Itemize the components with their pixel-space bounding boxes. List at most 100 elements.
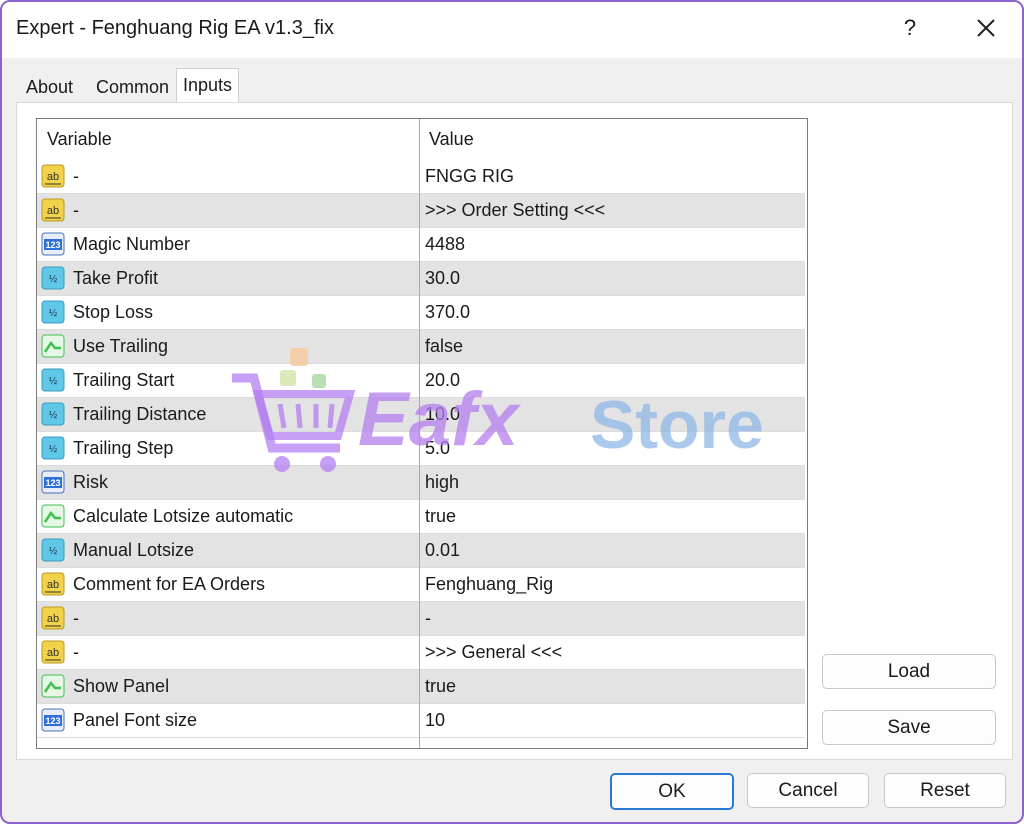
svg-text:½: ½ — [49, 444, 58, 455]
table-row[interactable]: ½ Manual Lotsize 0.01 — [37, 534, 805, 568]
variable-cell: Show Panel — [73, 676, 170, 696]
bool-type-icon — [41, 334, 65, 358]
value-cell[interactable]: true — [425, 506, 456, 527]
value-cell[interactable]: Fenghuang_Rig — [425, 574, 553, 595]
title-bar: Expert - Fenghuang Rig EA v1.3_fix ? — [2, 2, 1022, 58]
value-cell[interactable]: 5.0 — [425, 438, 450, 459]
cancel-button[interactable]: Cancel — [747, 773, 869, 808]
tab-about[interactable]: About — [20, 74, 79, 100]
table-row[interactable]: 123 Panel Font size 10 — [37, 704, 805, 738]
table-row[interactable]: Calculate Lotsize automatic true — [37, 500, 805, 534]
double-type-icon: ½ — [41, 436, 65, 460]
table-row[interactable]: ½ Stop Loss 370.0 — [37, 296, 805, 330]
reset-button[interactable]: Reset — [884, 773, 1006, 808]
table-row[interactable]: Use Trailing false — [37, 330, 805, 364]
value-cell[interactable]: 10 — [425, 710, 445, 731]
table-row[interactable]: ab - >>> General <<< — [37, 636, 805, 670]
close-icon[interactable] — [970, 12, 1002, 44]
bool-type-icon — [41, 674, 65, 698]
table-row[interactable]: ab Comment for EA Orders Fenghuang_Rig — [37, 568, 805, 602]
variable-cell: Take Profit — [73, 268, 159, 288]
variable-cell: Trailing Step — [73, 438, 174, 458]
integer-type-icon: 123 — [41, 470, 65, 494]
variable-cell: - — [73, 608, 79, 628]
string-type-icon: ab — [41, 572, 65, 596]
svg-text:ab: ab — [47, 205, 59, 217]
svg-text:ab: ab — [47, 647, 59, 659]
value-cell[interactable]: - — [425, 608, 431, 629]
variable-cell: - — [73, 642, 79, 662]
tab-common[interactable]: Common — [90, 74, 175, 100]
variable-cell: Trailing Start — [73, 370, 175, 390]
inputs-grid: Variable Value ab - FNGG RIG ab - >>> Order S… — [36, 118, 808, 749]
double-type-icon: ½ — [41, 266, 65, 290]
value-cell[interactable]: 0.01 — [425, 540, 460, 561]
variable-cell: - — [73, 166, 79, 186]
bool-type-icon — [41, 504, 65, 528]
table-row[interactable]: 123 Risk high — [37, 466, 805, 500]
svg-text:½: ½ — [49, 308, 58, 319]
table-row[interactable]: ½ Trailing Start 20.0 — [37, 364, 805, 398]
variable-cell: Calculate Lotsize automatic — [73, 506, 294, 526]
variable-cell: Trailing Distance — [73, 404, 207, 424]
svg-text:ab: ab — [47, 613, 59, 625]
string-type-icon: ab — [41, 198, 65, 222]
double-type-icon: ½ — [41, 368, 65, 392]
value-cell[interactable]: true — [425, 676, 456, 697]
svg-text:ab: ab — [47, 579, 59, 591]
table-row[interactable]: 123 Magic Number 4488 — [37, 228, 805, 262]
svg-text:½: ½ — [49, 546, 58, 557]
value-cell[interactable]: FNGG RIG — [425, 166, 514, 187]
value-cell[interactable]: 30.0 — [425, 268, 460, 289]
integer-type-icon: 123 — [41, 232, 65, 256]
value-cell[interactable]: 10.0 — [425, 404, 460, 425]
variable-cell: Use Trailing — [73, 336, 169, 356]
value-cell[interactable]: 4488 — [425, 234, 465, 255]
tab-inputs[interactable]: Inputs — [176, 68, 240, 103]
variable-cell: Stop Loss — [73, 302, 154, 322]
svg-text:½: ½ — [49, 274, 58, 285]
ok-button[interactable]: OK — [610, 773, 734, 810]
expert-dialog: Expert - Fenghuang Rig EA v1.3_fix ? Abo… — [0, 0, 1024, 824]
svg-text:123: 123 — [45, 716, 60, 726]
variable-cell: - — [73, 200, 79, 220]
variable-cell: Magic Number — [73, 234, 191, 254]
table-row[interactable]: ½ Trailing Distance 10.0 — [37, 398, 805, 432]
variable-cell: Comment for EA Orders — [73, 574, 266, 594]
string-type-icon: ab — [41, 164, 65, 188]
variable-cell: Manual Lotsize — [73, 540, 195, 560]
load-button[interactable]: Load — [822, 654, 996, 689]
table-row[interactable]: ab - - — [37, 602, 805, 636]
svg-text:½: ½ — [49, 410, 58, 421]
svg-text:123: 123 — [45, 240, 60, 250]
svg-text:½: ½ — [49, 376, 58, 387]
string-type-icon: ab — [41, 606, 65, 630]
svg-text:ab: ab — [47, 171, 59, 183]
double-type-icon: ½ — [41, 300, 65, 324]
grid-header: Variable Value — [37, 119, 805, 159]
column-divider[interactable] — [419, 119, 420, 748]
save-button[interactable]: Save — [822, 710, 996, 745]
window-title: Expert - Fenghuang Rig EA v1.3_fix — [16, 17, 334, 39]
value-cell[interactable]: >>> Order Setting <<< — [425, 200, 605, 221]
table-row[interactable]: ab - >>> Order Setting <<< — [37, 194, 805, 228]
table-row[interactable]: ab - FNGG RIG — [37, 160, 805, 194]
table-row[interactable]: Show Panel true — [37, 670, 805, 704]
value-cell[interactable]: high — [425, 472, 459, 493]
double-type-icon: ½ — [41, 538, 65, 562]
double-type-icon: ½ — [41, 402, 65, 426]
header-variable[interactable]: Variable — [47, 129, 112, 150]
table-row[interactable]: ½ Take Profit 30.0 — [37, 262, 805, 296]
value-cell[interactable]: false — [425, 336, 463, 357]
svg-text:123: 123 — [45, 478, 60, 488]
variable-cell: Risk — [73, 472, 108, 492]
value-cell[interactable]: 370.0 — [425, 302, 470, 323]
header-value[interactable]: Value — [429, 129, 474, 150]
variable-cell: Panel Font size — [73, 710, 198, 730]
value-cell[interactable]: 20.0 — [425, 370, 460, 391]
string-type-icon: ab — [41, 640, 65, 664]
integer-type-icon: 123 — [41, 708, 65, 732]
help-button[interactable]: ? — [898, 14, 922, 42]
table-row[interactable]: ½ Trailing Step 5.0 — [37, 432, 805, 466]
value-cell[interactable]: >>> General <<< — [425, 642, 562, 663]
